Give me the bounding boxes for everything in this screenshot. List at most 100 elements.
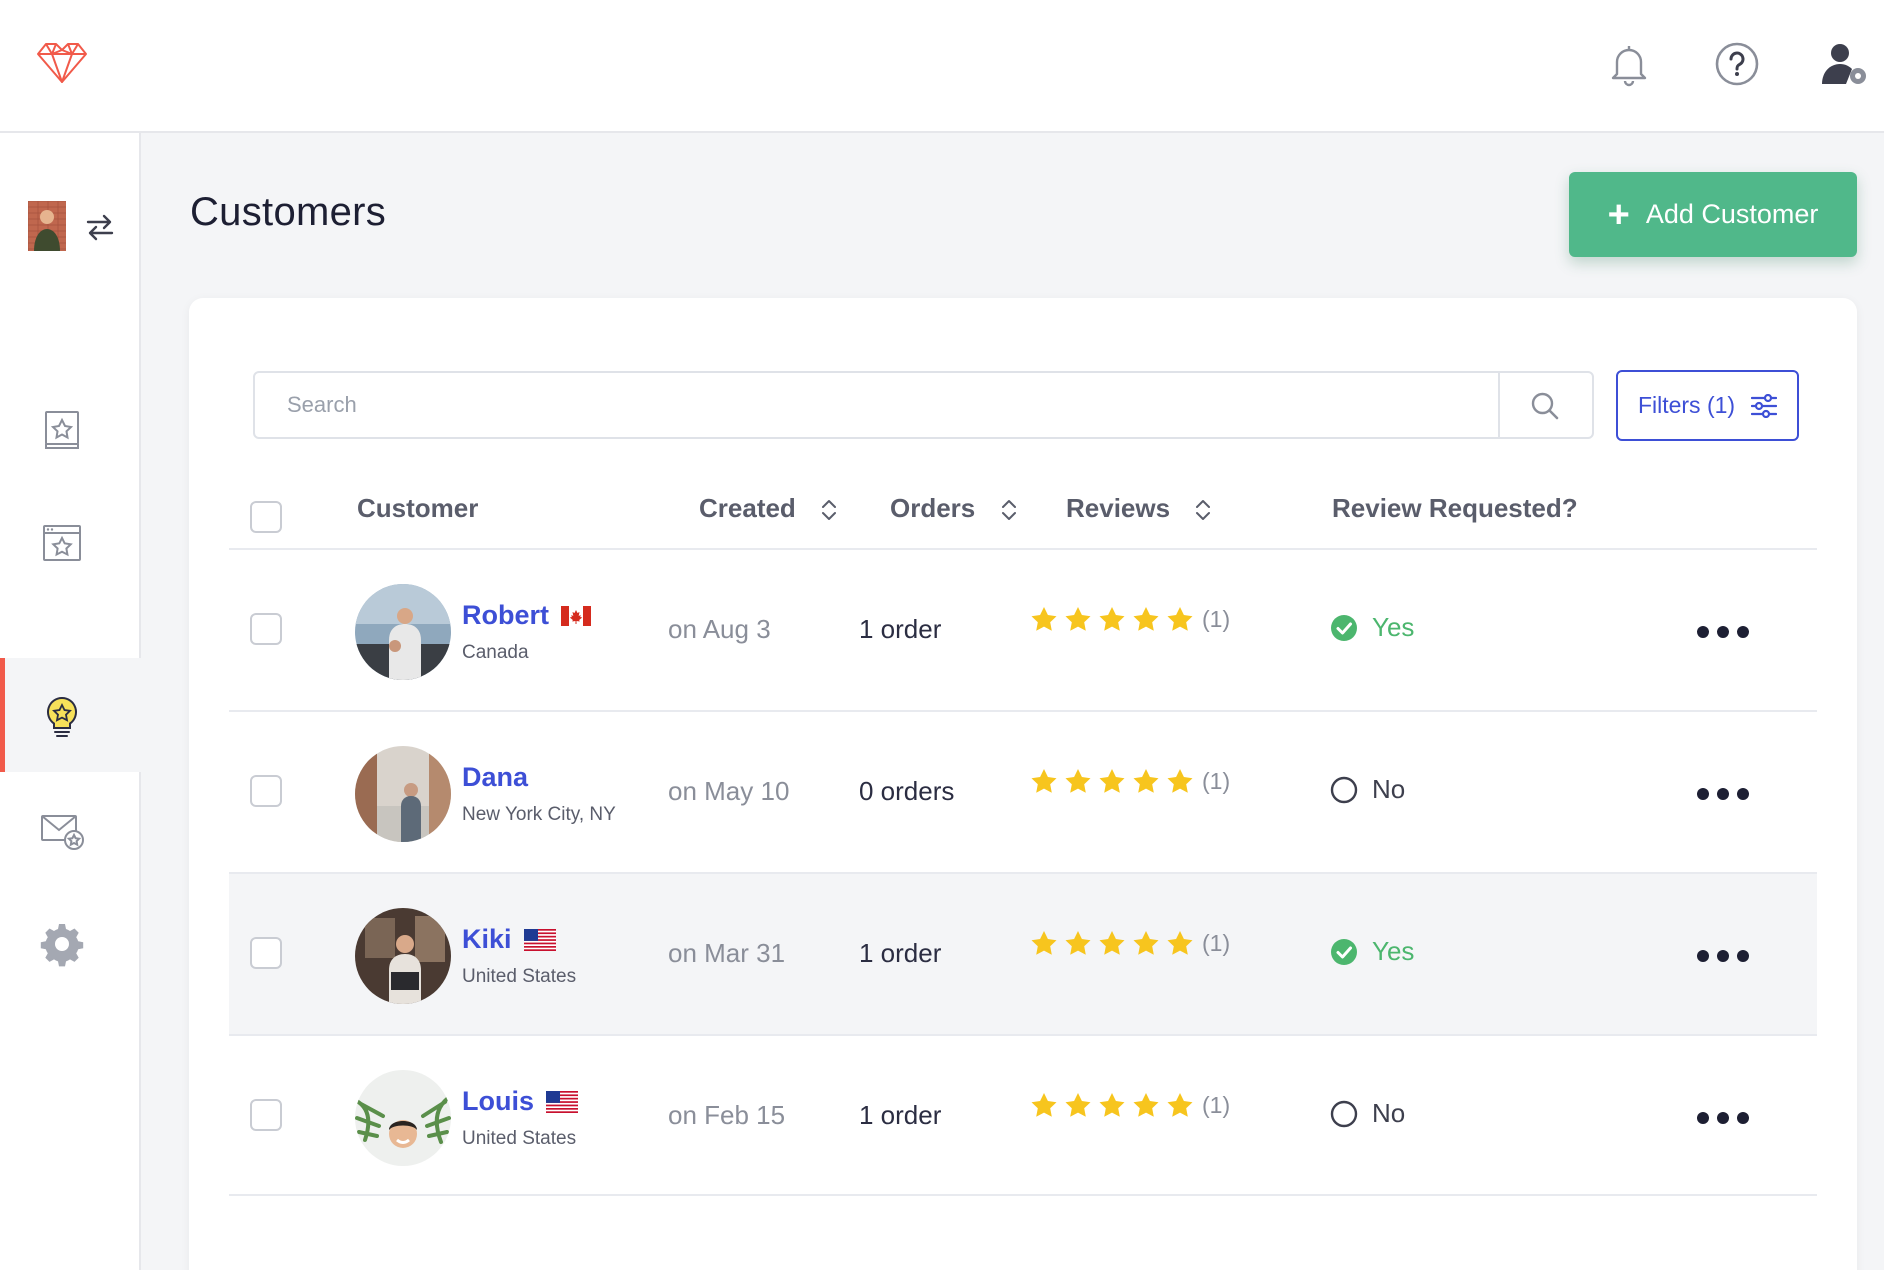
star-icon — [1167, 931, 1193, 955]
customer-avatar — [355, 908, 451, 1004]
column-header-created[interactable]: Created — [699, 493, 837, 524]
row-checkbox[interactable] — [250, 1099, 282, 1131]
customer-name-link[interactable]: Kiki — [462, 924, 556, 955]
review-count: (1) — [1202, 768, 1231, 794]
add-customer-button[interactable]: + Add Customer — [1569, 172, 1857, 257]
customer-name-link[interactable]: Louis — [462, 1086, 578, 1117]
star-icon — [1065, 1093, 1091, 1117]
star-icon — [1031, 1093, 1057, 1117]
star-icon — [1167, 769, 1193, 793]
row-checkbox[interactable] — [250, 937, 282, 969]
customer-avatar — [355, 584, 451, 680]
created-date: on Feb 15 — [668, 1100, 786, 1130]
sidebar-item-reviews[interactable] — [0, 372, 141, 486]
sidebar-item-customers[interactable] — [0, 658, 141, 772]
check-circle-icon — [1331, 938, 1357, 965]
us-flag-icon — [523, 928, 556, 951]
order-count: 1 order — [859, 1100, 942, 1130]
search-box — [253, 371, 1594, 439]
star-icon — [1133, 1093, 1159, 1117]
search-input[interactable] — [255, 373, 1498, 437]
table-row: Dana New York City, NY on May 10 0 order… — [229, 710, 1817, 872]
customers-card: Filters (1) Customer Created Orders Revi… — [189, 298, 1857, 1270]
sidebar-item-email[interactable] — [0, 772, 141, 886]
star-rating: (1) — [1030, 768, 1230, 795]
check-circle-icon — [1331, 614, 1357, 641]
reviews-book-icon — [45, 411, 79, 449]
sliders-icon — [1751, 393, 1778, 418]
order-count: 1 order — [859, 938, 942, 968]
more-actions-icon[interactable] — [1695, 944, 1751, 968]
star-icon — [1099, 607, 1125, 631]
star-icon — [1065, 769, 1091, 793]
mail-star-icon — [41, 815, 84, 850]
star-rating: (1) — [1030, 930, 1230, 957]
star-icon — [1133, 769, 1159, 793]
select-all-checkbox[interactable] — [250, 501, 282, 533]
bell-icon[interactable] — [1605, 40, 1653, 88]
column-header-orders[interactable]: Orders — [890, 493, 1017, 524]
sort-icon[interactable] — [821, 498, 837, 522]
more-actions-icon[interactable] — [1695, 1106, 1751, 1130]
sort-icon[interactable] — [1001, 498, 1017, 522]
lightbulb-star-icon — [47, 696, 77, 737]
swap-arrows-icon[interactable] — [84, 213, 116, 241]
table-row: Kiki United States on Mar 31 1 order (1) — [229, 872, 1817, 1034]
customer-avatar — [355, 746, 451, 842]
star-icon — [1031, 931, 1057, 955]
customer-location: United States — [462, 966, 577, 987]
customer-name-link[interactable]: Dana — [462, 762, 528, 793]
account-switcher[interactable] — [28, 201, 128, 253]
created-date: on Aug 3 — [668, 614, 771, 644]
review-count: (1) — [1202, 930, 1231, 956]
more-actions-icon[interactable] — [1695, 782, 1751, 806]
star-icon — [1099, 1093, 1125, 1117]
help-circle-icon[interactable] — [1713, 40, 1761, 88]
canada-flag-icon — [561, 605, 591, 626]
sort-icon[interactable] — [1195, 498, 1211, 522]
order-count: 1 order — [859, 614, 942, 644]
top-bar — [0, 0, 1884, 133]
sidebar-item-widgets[interactable] — [0, 486, 141, 600]
add-customer-label: Add Customer — [1645, 199, 1819, 229]
review-requested-status: Yes — [1330, 612, 1414, 643]
review-requested-status: No — [1330, 1098, 1405, 1129]
column-header-review-requested: Review Requested? — [1332, 493, 1578, 523]
page-title: Customers — [190, 190, 387, 234]
customer-name-link[interactable]: Robert — [462, 600, 591, 631]
account-avatar — [28, 201, 66, 251]
star-rating: (1) — [1030, 606, 1230, 633]
review-count: (1) — [1202, 606, 1231, 632]
customer-location: Canada — [462, 642, 529, 663]
user-settings-icon[interactable] — [1818, 40, 1874, 88]
filters-label: Filters (1) — [1637, 392, 1736, 418]
row-checkbox[interactable] — [250, 613, 282, 645]
star-icon — [1031, 607, 1057, 631]
empty-circle-icon — [1330, 1100, 1358, 1127]
row-checkbox[interactable] — [250, 775, 282, 807]
review-requested-status: Yes — [1330, 936, 1414, 967]
star-rating: (1) — [1030, 1092, 1230, 1119]
widget-window-icon — [43, 525, 81, 561]
created-date: on May 10 — [668, 776, 790, 806]
customer-location: United States — [462, 1128, 577, 1149]
created-date: on Mar 31 — [668, 938, 786, 968]
gear-icon — [40, 924, 84, 967]
empty-circle-icon — [1330, 776, 1358, 803]
star-icon — [1167, 607, 1193, 631]
column-header-reviews[interactable]: Reviews — [1066, 493, 1211, 524]
search-button[interactable] — [1498, 373, 1592, 437]
star-icon — [1099, 931, 1125, 955]
customer-avatar — [355, 1070, 451, 1166]
star-icon — [1099, 769, 1125, 793]
heart-gem-logo-icon[interactable] — [34, 38, 90, 86]
us-flag-icon — [546, 1090, 578, 1113]
search-icon — [1531, 392, 1559, 420]
more-actions-icon[interactable] — [1695, 620, 1751, 644]
star-icon — [1031, 769, 1057, 793]
filters-button[interactable]: Filters (1) — [1616, 370, 1799, 441]
star-icon — [1167, 1093, 1193, 1117]
column-header-customer: Customer — [357, 493, 479, 523]
star-icon — [1065, 607, 1091, 631]
sidebar-item-settings[interactable] — [0, 885, 141, 999]
